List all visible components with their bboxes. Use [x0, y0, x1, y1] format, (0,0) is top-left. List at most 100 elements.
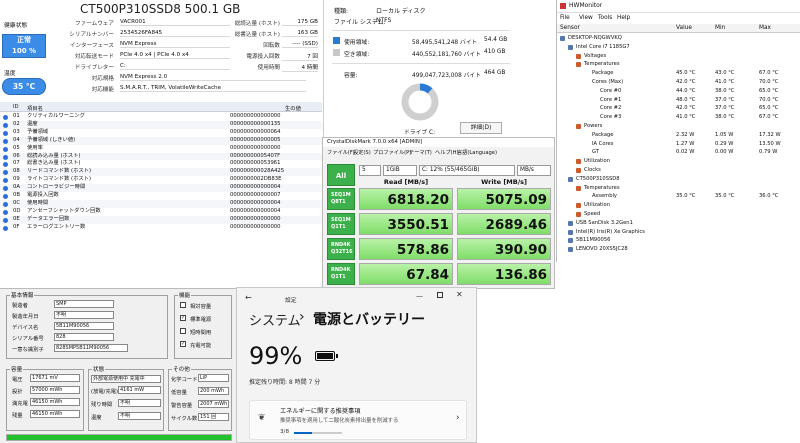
col-sensor[interactable]: Sensor	[560, 25, 580, 31]
drive-select[interactable]: C: 12% (55/465GiB)	[419, 165, 515, 176]
sensor-name: Speed	[584, 211, 601, 217]
sensor-row[interactable]: Package 2.32 W 1.05 W 17.32 W	[557, 131, 800, 139]
sensor-row[interactable]: Core #2 42.0 °C 37.0 °C 65.0 °C	[557, 104, 800, 112]
hwmonitor-menu-item[interactable]: Help	[617, 15, 630, 21]
sensor-row[interactable]: Core #3 41.0 °C 38.0 °C 67.0 °C	[557, 113, 800, 121]
sensor-row[interactable]: Assembly 35.0 °C 35.0 °C 36.0 °C	[557, 192, 800, 200]
read-result: 3550.51	[359, 213, 453, 235]
sensor-row[interactable]: Utilization	[557, 157, 800, 165]
attribute-row[interactable]: 0D アンセーフシャットダウン回数 000000000000004	[0, 207, 322, 216]
sensor-name: Intel Core i7 1185G7	[576, 43, 630, 50]
attribute-row[interactable]: 09 ライトコマンド数 (ホスト) 0000000002DB83E	[0, 176, 322, 185]
test-button[interactable]: RND4K Q1T1	[327, 263, 355, 285]
count-select[interactable]: 5	[359, 165, 381, 176]
attribute-row[interactable]: 0E データエラー回数 000000000000000	[0, 215, 322, 224]
status-field-value: 不明	[118, 412, 161, 420]
sensor-min: 38.0 °C	[715, 87, 735, 94]
attribute-id: 07	[13, 160, 20, 167]
temperature-box[interactable]: 35 °C	[2, 78, 46, 95]
checkbox[interactable]	[180, 328, 186, 334]
test-button[interactable]: SEQ1M Q8T1	[327, 188, 355, 210]
sensor-row[interactable]: LENOVO 20XS5JC28	[557, 245, 800, 253]
maximize-icon[interactable]	[437, 292, 443, 298]
attribute-row[interactable]: 05 使用率 000000000000000	[0, 144, 322, 153]
capacity-label: 容量:	[344, 73, 358, 79]
test-button[interactable]: RND4K Q32T16	[327, 238, 355, 260]
all-button[interactable]: All	[327, 164, 355, 186]
col-value[interactable]: Value	[676, 25, 692, 31]
sensor-min: 37.0 °C	[715, 105, 735, 112]
attribute-row[interactable]: 03 予備領域 000000000000064	[0, 128, 322, 137]
sensor-row[interactable]: Package 45.0 °C 43.0 °C 67.0 °C	[557, 69, 800, 77]
cdm-menu-item[interactable]: テーマ(T)	[409, 149, 432, 156]
info-value: VACR001	[120, 19, 230, 26]
sensor-row[interactable]: Temperatures	[557, 60, 800, 68]
sensor-row[interactable]: USB SanDisk 3.2Gen1	[557, 219, 800, 227]
sensor-row[interactable]: Speed	[557, 210, 800, 218]
sensor-max: 70.0 °C	[759, 79, 779, 85]
sensor-row[interactable]: IA Cores 1.27 W 0.29 W 13.50 W	[557, 140, 800, 148]
hwmonitor-app-icon	[560, 3, 566, 9]
size-select[interactable]: 1GiB	[383, 165, 417, 176]
checkbox-label: 短時間用	[190, 330, 212, 336]
checkbox[interactable]: ✓	[180, 315, 186, 321]
checkbox[interactable]	[180, 302, 186, 308]
sensor-row[interactable]: Core #1 48.0 °C 37.0 °C 70.0 °C	[557, 96, 800, 104]
sensor-name: Core #3	[600, 114, 622, 121]
checkbox[interactable]: ✓	[180, 341, 186, 347]
cdm-menu-item[interactable]: 言語(Language)	[457, 149, 497, 156]
attribute-row[interactable]: 08 リードコマンド数 (ホスト) 000000000028A425	[0, 168, 322, 177]
back-icon[interactable]: ←	[245, 293, 252, 302]
sensor-row[interactable]: Intel Core i7 1185G7	[557, 43, 800, 51]
attribute-id: 0A	[13, 184, 20, 191]
attribute-row[interactable]: 0C 使用時間 000000000000004	[0, 199, 322, 208]
minimize-icon[interactable]: —	[416, 292, 423, 300]
attribute-raw: 000000000000000	[230, 113, 281, 119]
hwmonitor-menu-item[interactable]: View	[579, 15, 593, 21]
test-name: RND4K	[331, 267, 351, 273]
cdm-menu-item[interactable]: プロファイル(P)	[373, 149, 411, 156]
breadcrumb-parent[interactable]: システム	[249, 310, 301, 329]
cdm-menu-item[interactable]: ヘルプ(H)	[435, 149, 459, 156]
attribute-row[interactable]: 02 温度 000000000000135	[0, 120, 322, 129]
sensor-row[interactable]: Utilization	[557, 201, 800, 209]
hwmonitor-menu-item[interactable]: File	[560, 15, 570, 21]
basic-info-value: 不明	[54, 311, 114, 319]
cdm-menu-item[interactable]: 設定(S)	[353, 149, 371, 156]
sensor-row[interactable]: Intel(R) Iris(R) Xe Graphics	[557, 228, 800, 236]
attribute-row[interactable]: 04 予備領域 (しきい値) 000000000000005	[0, 136, 322, 145]
sensor-icon	[576, 159, 581, 165]
free-bytes: 440,552,181,760 バイト	[412, 52, 482, 58]
attribute-row[interactable]: 0F エラーログエントリー数 000000000000000	[0, 223, 322, 232]
capacity-label: 満充電	[12, 401, 28, 407]
unit-select[interactable]: MB/s	[517, 165, 551, 176]
health-status-box[interactable]: 正常 100 %	[2, 34, 46, 58]
info-value: PCIe 4.0 x4 | PCIe 4.0 x4	[120, 52, 230, 59]
sensor-row[interactable]: DESKTOP-NQGWVKQ	[557, 34, 800, 42]
attribute-row[interactable]: 0B 電源投入回数 000000000000007	[0, 192, 322, 200]
sensor-row[interactable]: Core #0 44.0 °C 38.0 °C 65.0 °C	[557, 87, 800, 95]
free-swatch	[333, 49, 340, 56]
attribute-raw: 00000000005407F	[230, 152, 281, 159]
sensor-name: Powers	[584, 123, 603, 129]
sensor-row[interactable]: Cores (Max) 42.0 °C 41.0 °C 70.0 °C	[557, 78, 800, 86]
sensor-row[interactable]: GT 0.02 W 0.00 W 0.79 W	[557, 148, 800, 156]
detail-button[interactable]: 詳細(D)	[460, 122, 502, 134]
close-icon[interactable]: ✕	[456, 290, 463, 299]
crystaldiskmark-window: CrystalDiskMark 7.0.0 x64 [ADMIN] ファイル(F…	[322, 137, 555, 289]
sensor-row[interactable]: Powers	[557, 122, 800, 130]
cdm-menu-item[interactable]: ファイル(F)	[327, 149, 355, 156]
hwmonitor-menu-item[interactable]: Tools	[598, 15, 612, 21]
sensor-row[interactable]: 5B11M90056	[557, 236, 800, 244]
sensor-row[interactable]: CT500P310SSD8	[557, 175, 800, 183]
col-min[interactable]: Min	[715, 25, 725, 31]
col-max[interactable]: Max	[759, 25, 771, 31]
sensor-row[interactable]: Clocks	[557, 166, 800, 174]
test-button[interactable]: SEQ1M Q1T1	[327, 213, 355, 235]
attribute-row[interactable]: 0A コントローラビジー時間 000000000000004	[0, 184, 322, 192]
info-label: 対応規格	[91, 76, 114, 82]
sensor-row[interactable]: Temperatures	[557, 184, 800, 192]
sensor-row[interactable]: Voltages	[557, 52, 800, 60]
attribute-row[interactable]: 01 クリティカルワーニング 000000000000000	[0, 113, 322, 121]
energy-recommendation-card[interactable]: ❦ エネルギーに関する推奨事項 推奨事項を適用して二酸化炭素排出量を削減する 3…	[249, 400, 467, 440]
